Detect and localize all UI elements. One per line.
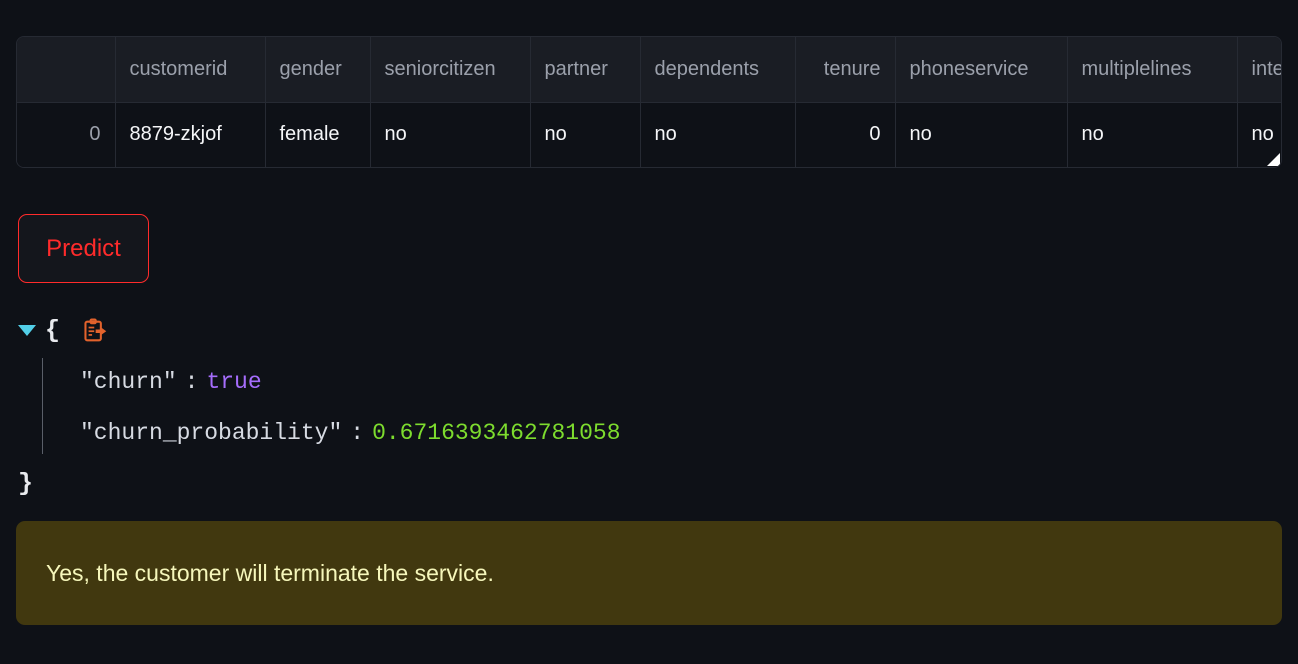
json-indent-guide <box>42 358 43 454</box>
column-header-index[interactable] <box>17 37 116 103</box>
predict-button[interactable]: Predict <box>18 214 149 283</box>
cell-partner: no <box>530 102 641 167</box>
clipboard-copy-icon[interactable] <box>82 317 108 344</box>
column-header-internetservice[interactable]: inte <box>1237 37 1281 103</box>
json-colon: : <box>184 368 199 395</box>
json-open-brace: { <box>45 316 61 345</box>
column-header-customerid[interactable]: customerid <box>115 37 266 103</box>
column-header-partner[interactable]: partner <box>530 37 641 103</box>
column-header-gender[interactable]: gender <box>265 37 371 103</box>
prediction-result-message: Yes, the customer will terminate the ser… <box>46 559 494 586</box>
column-header-phoneservice[interactable]: phoneservice <box>895 37 1068 103</box>
json-close-row: } <box>18 458 1278 509</box>
json-output-viewer: { "churn" : true "churn_probability": 0… <box>18 305 1278 509</box>
column-header-dependents[interactable]: dependents <box>640 37 796 103</box>
cell-phoneservice: no <box>895 102 1068 167</box>
cell-customerid: 8879-zkjof <box>115 102 266 167</box>
prediction-result-alert: Yes, the customer will terminate the ser… <box>16 521 1282 625</box>
json-entries: "churn" : true "churn_probability" : 0.6… <box>30 356 1278 458</box>
cell-multiplelines: no <box>1067 102 1238 167</box>
json-root-row: { <box>18 305 1278 356</box>
table-body: 0 8879-zkjof female no no no 0 no no no <box>17 102 1281 167</box>
json-key-churn: "churn" <box>80 368 177 395</box>
json-key-churn-probability: "churn_probability" <box>80 419 343 446</box>
column-header-multiplelines[interactable]: multiplelines <box>1067 37 1238 103</box>
table-header-row: customerid gender seniorcitizen partner … <box>17 37 1281 103</box>
app-root: customerid gender seniorcitizen partner … <box>0 0 1298 664</box>
caret-down-icon[interactable] <box>18 325 36 336</box>
dataframe-frame: customerid gender seniorcitizen partner … <box>16 36 1282 168</box>
cell-tenure: 0 <box>795 102 896 167</box>
column-header-seniorcitizen[interactable]: seniorcitizen <box>370 37 531 103</box>
cell-gender: female <box>265 102 371 167</box>
table-row[interactable]: 0 8879-zkjof female no no no 0 no no no <box>17 102 1281 167</box>
json-colon: : <box>350 419 365 446</box>
cell-seniorcitizen: no <box>370 102 531 167</box>
dataframe-resize-handle-icon[interactable] <box>1267 153 1280 166</box>
dataframe-container: customerid gender seniorcitizen partner … <box>16 36 1282 168</box>
json-value-churn: true <box>206 368 262 395</box>
dataframe-scroll-area[interactable]: customerid gender seniorcitizen partner … <box>17 37 1281 167</box>
json-entry-churn-probability: "churn_probability" : 0.6716393462781058 <box>42 407 1278 458</box>
column-header-tenure[interactable]: tenure <box>795 37 896 103</box>
customer-data-table: customerid gender seniorcitizen partner … <box>17 37 1281 167</box>
json-close-brace: } <box>18 469 34 498</box>
table-header: customerid gender seniorcitizen partner … <box>17 37 1281 103</box>
json-entry-churn: "churn" : true <box>42 356 1278 407</box>
cell-dependents: no <box>640 102 796 167</box>
cell-index: 0 <box>17 102 116 167</box>
json-value-churn-probability: 0.6716393462781058 <box>372 419 621 446</box>
